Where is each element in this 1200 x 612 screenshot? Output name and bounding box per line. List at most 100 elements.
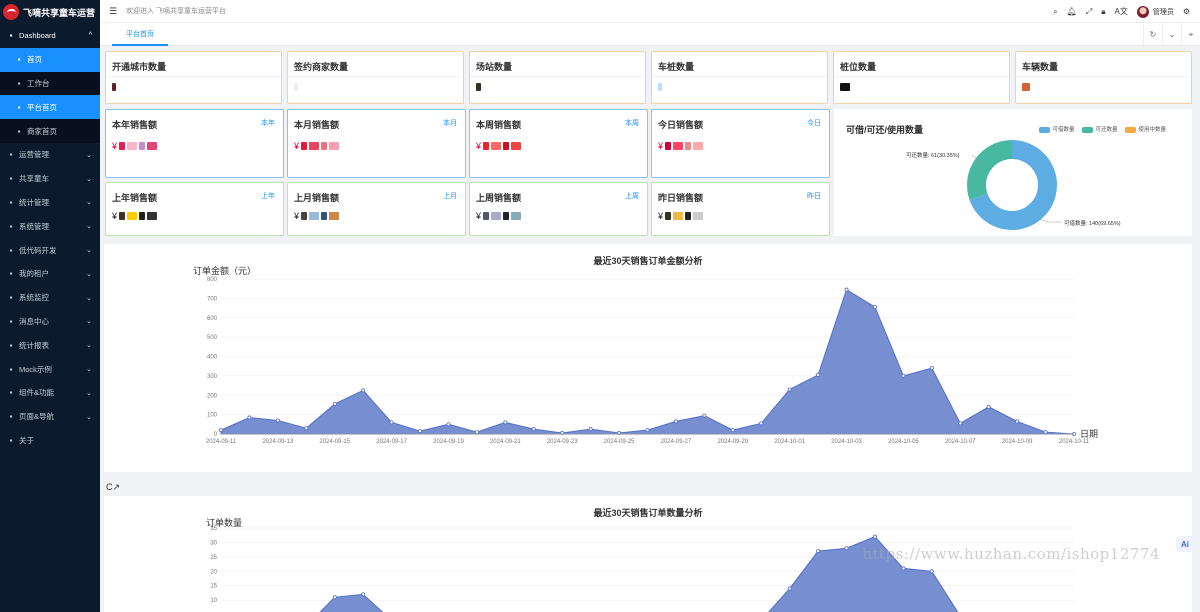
sales-card-tag[interactable]: 本年 [261, 118, 275, 128]
sidebar-item-16[interactable]: ▪ 页面&导航 ⌄ [0, 405, 100, 429]
stat-card-title: 桩位数量 [840, 62, 877, 72]
data-point[interactable] [844, 287, 849, 292]
data-point[interactable] [247, 415, 252, 420]
x-tick-label: 2024-09-21 [490, 439, 521, 445]
data-point[interactable] [901, 373, 906, 378]
fullscreen-icon[interactable]: ⤢ [1086, 7, 1092, 17]
area-series[interactable] [220, 288, 1075, 435]
chevron-icon: ⌄ [86, 342, 92, 350]
header-tools: ⌕ 🔔︎ ⤢ 🔒︎ A文 管理员 ⚙ [1053, 0, 1190, 23]
sales-card-tag[interactable]: 本月 [443, 118, 457, 128]
data-point[interactable] [389, 420, 394, 425]
ai-assistant-button[interactable]: Ai [1176, 536, 1194, 552]
data-point[interactable] [418, 429, 423, 434]
data-point[interactable] [275, 418, 280, 423]
sales-card-tag[interactable]: 上周 [625, 191, 639, 201]
sales-card-value: ¥ [112, 141, 158, 151]
data-point[interactable] [901, 566, 906, 571]
data-point[interactable] [304, 426, 309, 431]
sidebar-item-15[interactable]: ▪ 组件&功能 ⌄ [0, 381, 100, 405]
search-icon[interactable]: ⌕ [1053, 7, 1057, 17]
sidebar-item-label: Mock示例 [19, 364, 52, 374]
sidebar-item-3[interactable]: ▪ 平台首页 [0, 95, 100, 120]
sales_previous-2: 上周销售额 上周 ¥ [469, 182, 648, 236]
sidebar-item-1[interactable]: ▪ 首页 [0, 47, 100, 72]
data-point[interactable] [929, 569, 934, 574]
data-point[interactable] [702, 413, 707, 418]
chevron-icon: ⌄ [86, 199, 92, 207]
data-point[interactable] [787, 586, 792, 591]
data-point[interactable] [531, 427, 536, 432]
sales-card-tag[interactable]: 昨日 [807, 191, 821, 201]
data-point[interactable] [986, 404, 991, 409]
lock-icon[interactable]: 🔒︎ [1101, 7, 1105, 17]
sidebar-item-2[interactable]: ▪ 工作台 [0, 71, 100, 96]
tab-platform-home[interactable]: 平台首页 [112, 23, 168, 46]
data-point[interactable] [730, 428, 735, 433]
stat-card-value [1022, 83, 1030, 91]
main-content: 开通城市数量 签约商家数量 场站数量 车桩数量 桩位数量 车辆数量 本年销售额 本年 ¥ 本月销… [100, 46, 1200, 612]
data-point[interactable] [361, 388, 366, 393]
data-point[interactable] [645, 428, 650, 433]
data-point[interactable] [673, 419, 678, 424]
fullscreen-tab-icon[interactable]: ⌖ [1181, 23, 1200, 46]
reload-icon[interactable]: ↻ [1143, 23, 1162, 46]
stat-card-5: 车辆数量 [1015, 51, 1192, 104]
sidebar-item-5[interactable]: ▪ 运营管理 ⌄ [0, 143, 100, 167]
refresh-icon[interactable]: C↗ [106, 482, 120, 493]
data-point[interactable] [759, 421, 764, 426]
data-point[interactable] [929, 366, 934, 371]
sales-card-tag[interactable]: 本周 [625, 118, 639, 128]
sidebar-item-17[interactable]: ▪ 关于 [0, 429, 100, 453]
data-point[interactable] [1015, 419, 1020, 424]
data-point[interactable] [787, 387, 792, 392]
sidebar-item-10[interactable]: ▪ 我的租户 ⌄ [0, 262, 100, 286]
sidebar-item-6[interactable]: ▪ 共享童车 ⌄ [0, 167, 100, 191]
translate-icon[interactable]: A文 [1114, 6, 1127, 17]
stat-card-value [112, 83, 116, 91]
y-tick-label: 35 [210, 526, 217, 532]
data-point[interactable] [872, 305, 877, 310]
stat-card-value [294, 83, 298, 91]
data-point[interactable] [958, 421, 963, 426]
data-point[interactable] [816, 372, 821, 377]
sidebar-item-label: 页面&导航 [19, 412, 55, 422]
sales-card-tag[interactable]: 今日 [807, 118, 821, 128]
app-logo[interactable]: 飞嘀共享童车运营 [0, 0, 100, 24]
amount-area-chart: 0 100 200 300 400 500 600 700 800 2024-09-11 2024-… [206, 277, 1098, 445]
data-point[interactable] [588, 427, 593, 432]
brand-logo-icon [3, 4, 19, 20]
sidebar-item-4[interactable]: ▪ 商家首页 [0, 119, 100, 143]
data-point[interactable] [1043, 430, 1048, 435]
data-point[interactable] [474, 430, 479, 435]
y-tick-label: 300 [207, 374, 218, 380]
sales-card-tag[interactable]: 上月 [443, 191, 457, 201]
user-name[interactable]: 管理员 [1153, 7, 1174, 17]
data-point[interactable] [332, 595, 337, 600]
sidebar-item-label: 统计管理 [19, 197, 49, 207]
sales-card-tag[interactable]: 上年 [261, 191, 275, 201]
stat-card-value [476, 83, 481, 91]
donut-slice-1[interactable] [967, 140, 1012, 200]
user-avatar[interactable] [1136, 5, 1149, 18]
sidebar-item-11[interactable]: ▪ 系统监控 ⌄ [0, 286, 100, 310]
chevron-down-icon[interactable]: ⌄ [1162, 23, 1181, 46]
sidebar-item-13[interactable]: ▪ 统计报表 ⌄ [0, 333, 100, 357]
settings-icon[interactable]: ⚙ [1183, 7, 1190, 16]
data-point[interactable] [446, 422, 451, 427]
sidebar-item-7[interactable]: ▪ 统计管理 ⌄ [0, 191, 100, 215]
data-point[interactable] [816, 549, 821, 554]
data-point[interactable] [361, 592, 366, 597]
menu-fold-icon[interactable]: ☰ [109, 6, 119, 17]
sidebar-item-14[interactable]: ▪ Mock示例 ⌄ [0, 357, 100, 381]
data-point[interactable] [844, 546, 849, 551]
sidebar-item-9[interactable]: ▪ 低代码开发 ⌄ [0, 238, 100, 262]
data-point[interactable] [503, 420, 508, 425]
bell-icon[interactable]: 🔔︎ [1067, 7, 1077, 16]
sidebar-item-0[interactable]: ▪ Dashboard ^ [0, 24, 100, 48]
data-point[interactable] [219, 428, 224, 433]
sidebar-item-12[interactable]: ▪ 消息中心 ⌄ [0, 310, 100, 334]
sidebar-item-8[interactable]: ▪ 系统管理 ⌄ [0, 214, 100, 238]
data-point[interactable] [332, 401, 337, 406]
data-point[interactable] [872, 534, 877, 539]
